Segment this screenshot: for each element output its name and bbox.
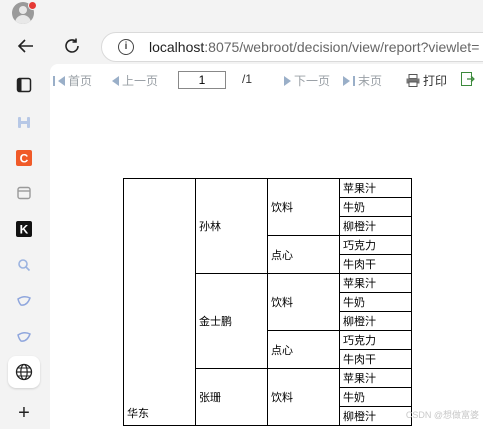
last-page-icon [343,75,350,86]
printer-icon [406,74,420,87]
product-cell: 牛肉干 [339,254,412,274]
report-row: 华东 孙林 饮料 苹果汁 [123,178,412,426]
product-cell: 巧克力 [339,235,412,255]
first-page-bar-icon [53,75,55,86]
category-cell: 饮料 [267,178,340,236]
svg-text:K: K [20,223,29,237]
watermark: CSDN @想做富婆 [405,410,479,420]
export-icon [461,72,475,86]
search-icon[interactable] [14,255,34,275]
prev-page-icon [112,75,119,86]
last-page-bar-icon [353,75,355,86]
product-cell: 苹果汁 [339,368,412,388]
next-page-button[interactable]: 下一页 [284,72,330,89]
svg-text:C: C [20,152,29,166]
product-cell: 苹果汁 [339,178,412,198]
add-icon[interactable]: + [14,402,34,424]
salesperson-cell: 张珊 [195,368,268,426]
reload-icon[interactable] [60,34,84,58]
globe-icon[interactable] [8,356,40,388]
product-cell: 巧克力 [339,330,412,350]
salesperson-cell: 金士鹏 [195,273,268,369]
first-page-icon [58,75,65,86]
page-number-input[interactable]: 1 [178,71,226,89]
total-pages: /1 [242,72,253,86]
category-cell: 饮料 [267,273,340,331]
category-cell: 饮料 [267,368,340,426]
report-toolbar: 首页 上一页 1 /1 下一页 末页 打印 [50,69,483,93]
c-app-icon[interactable]: C [14,148,34,168]
product-cell: 牛肉干 [339,349,412,369]
product-cell: 苹果汁 [339,273,412,293]
k-app-icon[interactable]: K [14,219,34,239]
report-table: 华东 孙林 饮料 苹果汁 牛奶 柳橙汁 点心 巧克力 牛肉干 金士鹏 饮料 苹果汁 牛奶 柳橙汁 点心 巧克力… [123,178,412,426]
browser-sidebar: C K + [0,0,50,429]
notification-dot [28,1,37,10]
first-page-button[interactable]: 首页 [53,72,92,89]
export-button[interactable] [461,72,475,86]
product-cell: 柳橙汁 [339,216,412,236]
bird-icon[interactable] [14,291,34,311]
report-viewport: 首页 上一页 1 /1 下一页 末页 打印 华东 孙林 饮料 苹果汁 牛奶 柳橙汁 点心 巧克… [50,64,483,429]
info-icon[interactable]: i [118,39,134,55]
url-text[interactable]: localhost:8075/webroot/decision/view/rep… [149,39,479,55]
product-cell: 牛奶 [339,197,412,217]
product-cell: 牛奶 [339,387,412,407]
category-cell: 点心 [267,235,340,274]
calendar-icon[interactable] [14,183,34,203]
product-cell: 柳橙汁 [339,406,412,426]
prev-page-button[interactable]: 上一页 [112,72,158,89]
back-arrow-icon[interactable] [14,34,38,58]
category-cell: 点心 [267,330,340,369]
product-cell: 牛奶 [339,292,412,312]
next-page-icon [284,75,291,86]
salesperson-cell: 孙林 [195,178,268,274]
tabs-icon[interactable] [14,75,34,95]
last-page-button[interactable]: 末页 [343,72,382,89]
extension-icon[interactable] [14,112,34,132]
bird-icon-2[interactable] [14,327,34,347]
product-cell: 柳橙汁 [339,311,412,331]
address-bar[interactable]: i localhost:8075/webroot/decision/view/r… [101,32,483,62]
region-cell: 华东 [123,178,196,426]
print-button[interactable]: 打印 [406,72,447,89]
